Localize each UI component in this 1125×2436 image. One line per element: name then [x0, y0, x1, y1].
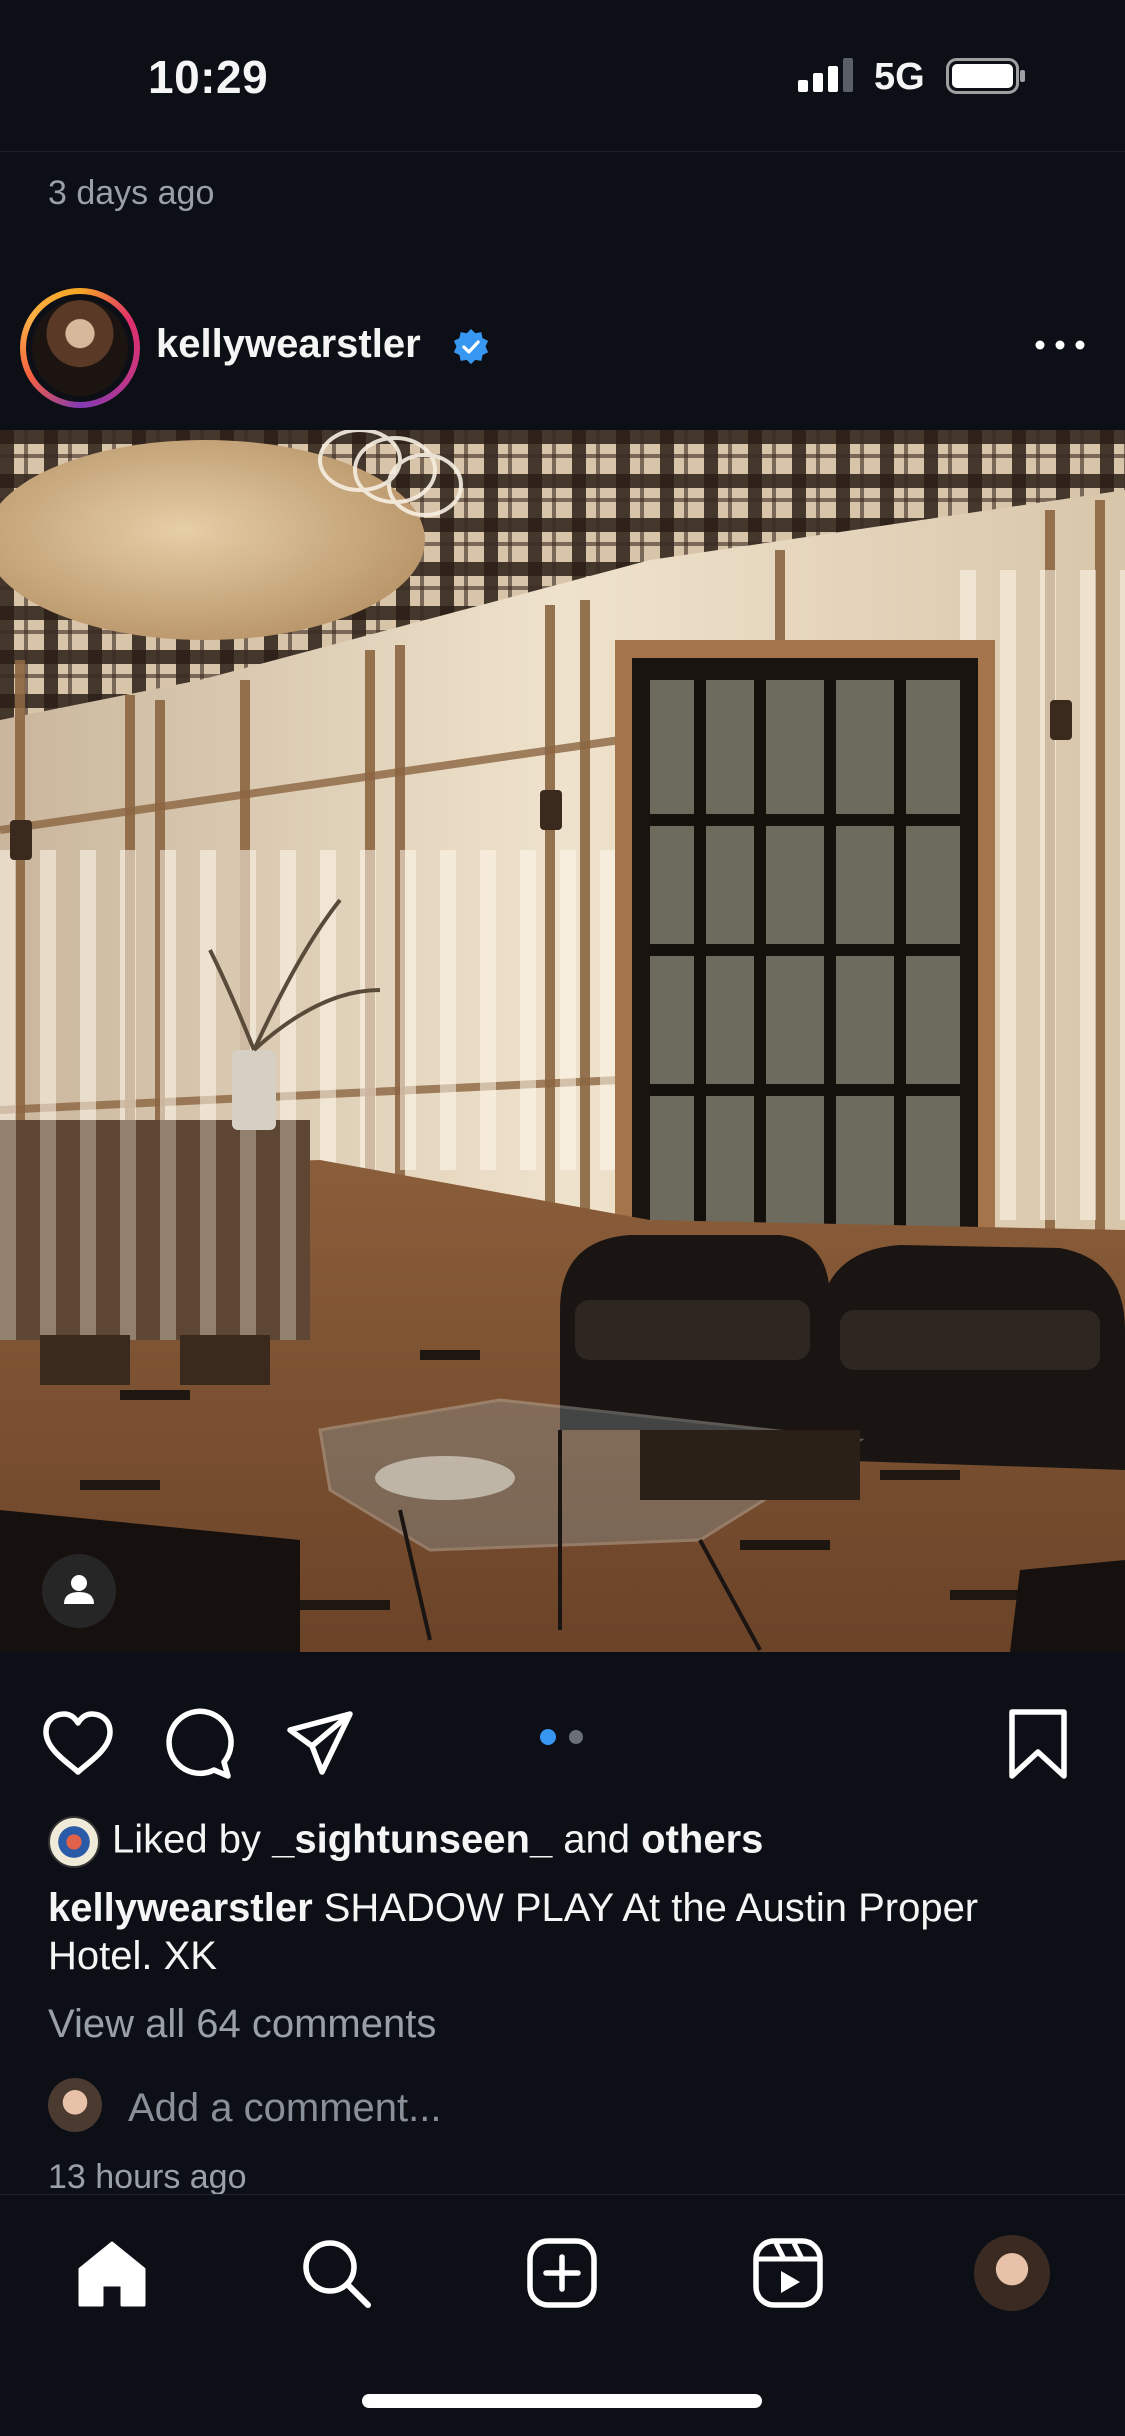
story-avatar[interactable] [20, 288, 140, 408]
person-icon [64, 1575, 94, 1604]
signal-icon [798, 58, 853, 92]
liker-avatar [48, 1816, 100, 1868]
view-comments-link[interactable]: View all 64 comments [48, 2002, 436, 2047]
profile-avatar[interactable] [974, 2235, 1050, 2311]
verified-badge-icon [453, 328, 489, 365]
battery-icon [946, 58, 1025, 94]
avatar [32, 300, 128, 396]
post-caption: kellywearstler SHADOW PLAY At the Austin… [48, 1884, 1078, 1980]
carousel-indicator [540, 1729, 583, 1745]
liked-by-row[interactable]: Liked by _sightunseen_ and others [48, 1816, 763, 1868]
share-icon[interactable] [282, 1706, 358, 1782]
home-indicator [362, 2394, 762, 2408]
create-icon[interactable] [524, 2235, 600, 2311]
search-icon[interactable] [298, 2235, 374, 2311]
liked-by-others-link[interactable]: others [641, 1818, 763, 1862]
post-username[interactable]: kellywearstler [156, 322, 421, 367]
add-comment-input[interactable]: Add a comment... [128, 2086, 441, 2131]
bookmark-icon[interactable] [1000, 1706, 1076, 1782]
reels-icon[interactable] [750, 2235, 826, 2311]
status-time: 10:29 [148, 51, 269, 103]
post-timestamp: 13 hours ago [48, 2158, 247, 2196]
heart-icon[interactable] [40, 1706, 116, 1782]
post-image[interactable] [0, 430, 1125, 1652]
lobby-photo [0, 430, 1125, 1652]
liked-by-username[interactable]: _sightunseen_ [272, 1818, 552, 1862]
liked-by-label: Liked by [112, 1817, 273, 1862]
previous-post-timestamp: 3 days ago [48, 174, 215, 212]
comment-icon[interactable] [160, 1706, 236, 1782]
more-options-icon[interactable] [1030, 328, 1090, 362]
status-bar: 10:29 5G [0, 0, 1125, 152]
network-label: 5G [874, 56, 925, 98]
tagged-users-button[interactable] [42, 1554, 116, 1628]
caption-username[interactable]: kellywearstler [48, 1886, 313, 1930]
liked-by-connector: and [552, 1817, 642, 1862]
home-icon[interactable] [74, 2235, 150, 2311]
avatar [48, 2078, 102, 2132]
